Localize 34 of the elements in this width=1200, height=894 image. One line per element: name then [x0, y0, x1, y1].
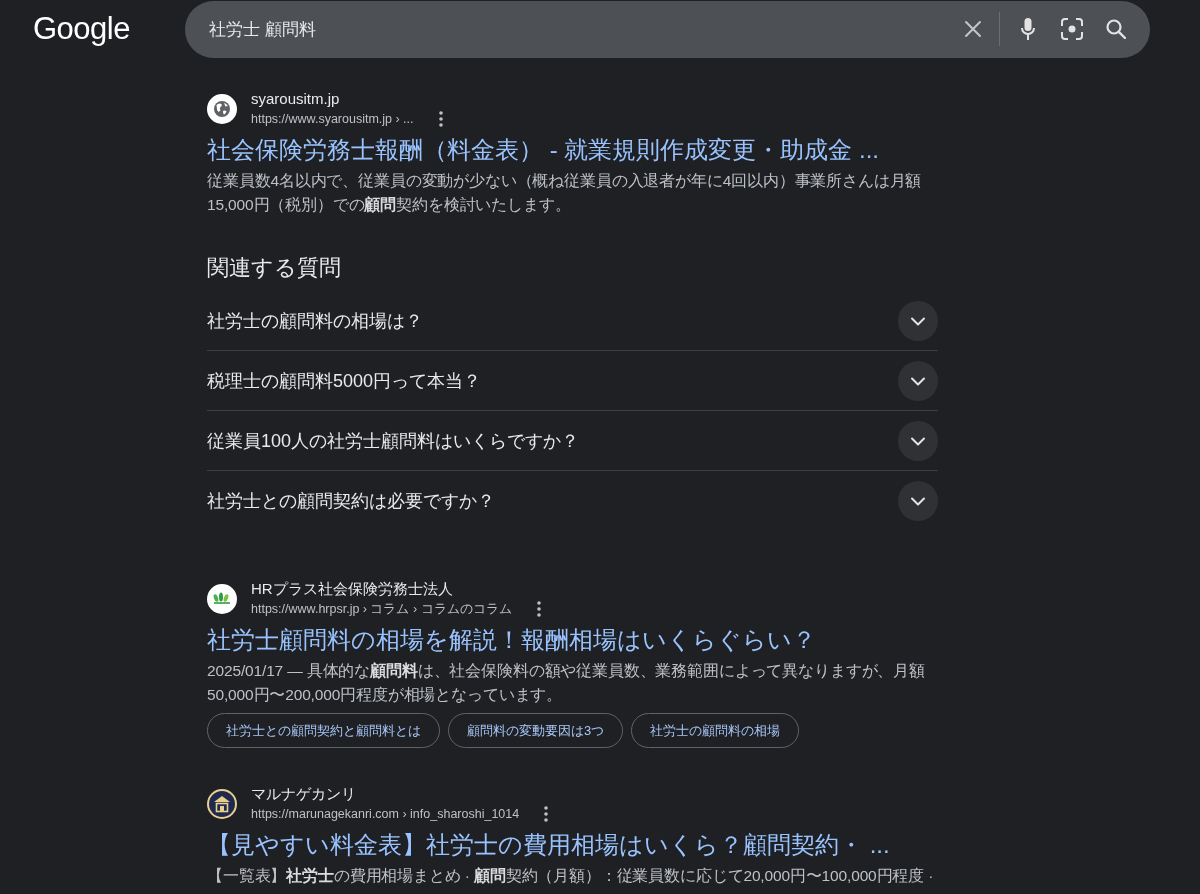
more-options-icon[interactable] — [544, 806, 549, 822]
related-question[interactable]: 社労士の顧問料の相場は？ — [207, 308, 423, 333]
more-options-icon[interactable] — [536, 601, 541, 617]
logo[interactable]: Google — [33, 11, 130, 47]
more-options-icon[interactable] — [438, 111, 443, 127]
related-question[interactable]: 従業員100人の社労士顧問料はいくらですか？ — [207, 428, 580, 453]
search-field[interactable]: 社労士 顧問料 — [209, 17, 964, 41]
site-name: マルナゲカンリ — [251, 784, 357, 804]
site-name: syarousitm.jp — [251, 89, 341, 109]
result-title-link[interactable]: 社労士顧問料の相場を解説！報酬相場はいくらぐらい？ — [207, 625, 816, 655]
section-heading: 関連する質問 — [207, 254, 341, 282]
site-name: HRプラス社会保険労務士法人 — [251, 579, 454, 599]
result-snippet: 2025/01/17 — 具体的な顧問料は、社会保険料の額や従業員数、業務範囲によって異なりますが、月額50,000円〜200,000円程度が相場となっています。 — [207, 661, 926, 705]
result-title-link[interactable]: 【見やすい料金表】社労士の費用相場はいくら？顧問契約・ ... — [207, 830, 890, 860]
chevron-down-icon[interactable] — [898, 420, 938, 461]
chevron-down-icon[interactable] — [898, 480, 938, 521]
close-icon[interactable] — [964, 20, 982, 38]
search-icon[interactable] — [1106, 19, 1126, 39]
result-url: https://www.syarousitm.jp › ... — [251, 111, 414, 128]
microphone-icon[interactable] — [1021, 18, 1035, 40]
globe-icon[interactable] — [207, 94, 237, 124]
related-question[interactable]: 社労士との顧問契約は必要ですか？ — [207, 488, 495, 513]
result-snippet: 従業員数4名以内で、従業員の変動が少ない（概ね従業員の入退者が年に4回以内）事業所さんは月額15,000円（税別）での顧問契約を検討いたします。 — [207, 171, 923, 215]
related-question[interactable]: 税理士の顧問料5000円って本当？ — [207, 368, 482, 393]
result-snippet: 【一覧表】社労士の費用相場まとめ · 顧問契約（月額）：従業員数に応じて20,000円〜100,000円程度 · — [207, 866, 935, 886]
leaves-logo-icon[interactable] — [207, 584, 237, 614]
search-bar[interactable]: 社労士 顧問料 — [185, 0, 1150, 58]
chevron-down-icon[interactable] — [898, 360, 938, 401]
result-url: https://www.hrpsr.jp › コラム › コラムのコラム — [251, 601, 512, 618]
chevron-down-icon[interactable] — [898, 300, 938, 341]
camera-icon[interactable] — [1061, 18, 1083, 40]
result-url: https://marunagekanri.com › info_sharoshi_1014 — [251, 806, 520, 823]
building-emblem-icon[interactable] — [207, 789, 237, 819]
result-title-link[interactable]: 社会保険労務士報酬（料金表） - 就業規則作成変更・助成金 ... — [207, 135, 879, 165]
